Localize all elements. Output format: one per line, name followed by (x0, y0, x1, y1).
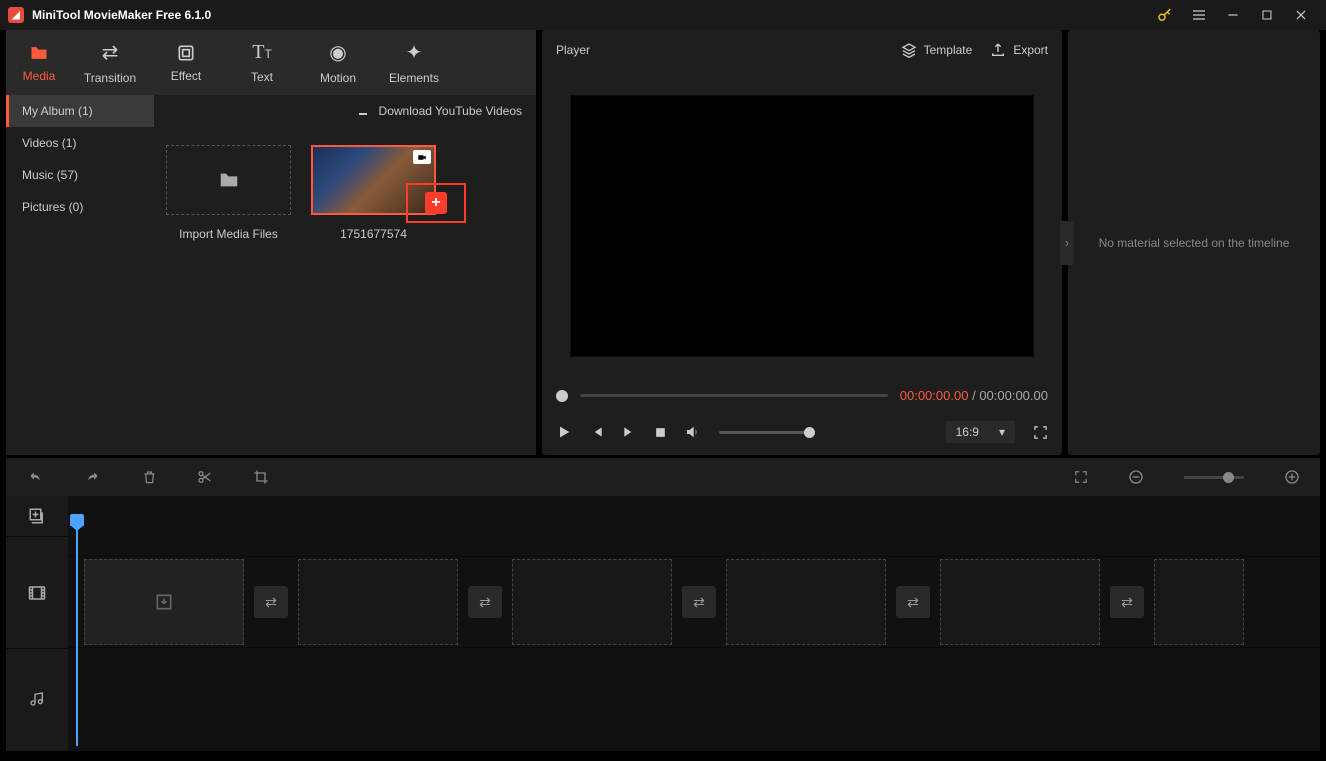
volume-button[interactable] (685, 424, 701, 440)
time-current: 00:00:00.00 (900, 388, 969, 403)
stop-button[interactable] (654, 426, 667, 439)
timeline-slot[interactable] (512, 559, 672, 645)
crop-button[interactable] (253, 469, 269, 485)
transition-icon: ⇄ (102, 40, 119, 65)
window-title: MiniTool MovieMaker Free 6.1.0 (32, 8, 211, 22)
video-icon (413, 150, 431, 164)
download-youtube-link[interactable]: Download YouTube Videos (154, 95, 536, 127)
timeline: ⇄ ⇄ ⇄ ⇄ ⇄ (6, 496, 1320, 751)
scrubber-track[interactable] (580, 394, 888, 397)
menu-button[interactable] (1182, 0, 1216, 30)
folder-icon (28, 43, 50, 63)
titlebar: ◢ MiniTool MovieMaker Free 6.1.0 (0, 0, 1326, 30)
album-list: My Album (1) Videos (1) Music (57) Pictu… (6, 95, 154, 455)
drop-icon (85, 560, 243, 644)
zoom-in-button[interactable] (1284, 469, 1300, 485)
add-to-timeline-button[interactable]: + (406, 183, 466, 223)
album-videos[interactable]: Videos (1) (6, 127, 154, 159)
tab-media[interactable]: Media (6, 30, 72, 95)
album-pictures[interactable]: Pictures (0) (6, 191, 154, 223)
transition-slot[interactable]: ⇄ (468, 586, 502, 618)
text-icon: TT (252, 41, 272, 64)
aspect-ratio-select[interactable]: 16:9 ▾ (946, 421, 1015, 443)
close-button[interactable] (1284, 0, 1318, 30)
video-track[interactable]: ⇄ ⇄ ⇄ ⇄ ⇄ (68, 556, 1320, 648)
tab-elements[interactable]: ✦ Elements (376, 30, 452, 95)
play-button[interactable] (556, 424, 572, 440)
tab-effect[interactable]: Effect (148, 30, 224, 95)
elements-icon: ✦ (406, 40, 423, 65)
maximize-button[interactable] (1250, 0, 1284, 30)
zoom-out-button[interactable] (1128, 469, 1144, 485)
player-title: Player (556, 43, 590, 57)
time-total: 00:00:00.00 (979, 388, 1048, 403)
redo-button[interactable] (84, 470, 102, 484)
transition-slot[interactable]: ⇄ (254, 586, 288, 618)
audio-track-icon (6, 648, 68, 748)
effect-icon (176, 43, 196, 63)
prev-frame-button[interactable] (590, 425, 604, 439)
transition-slot[interactable]: ⇄ (1110, 586, 1144, 618)
album-music[interactable]: Music (57) (6, 159, 154, 191)
player-panel: Player Template Export 00:00:00.00 / 00:… (542, 30, 1062, 455)
timeline-slot[interactable] (298, 559, 458, 645)
properties-panel: › No material selected on the timeline (1068, 30, 1320, 455)
transition-slot[interactable]: ⇄ (682, 586, 716, 618)
add-track-button[interactable] (6, 496, 68, 536)
tab-transition[interactable]: ⇄ Transition (72, 30, 148, 95)
app-logo: ◢ (8, 7, 24, 23)
timeline-slot[interactable] (726, 559, 886, 645)
import-media-tile[interactable]: Import Media Files (166, 145, 291, 241)
expand-panel-button[interactable]: › (1060, 221, 1074, 265)
next-frame-button[interactable] (622, 425, 636, 439)
main-tabbar: Media ⇄ Transition Effect TT Text ◉ Moti… (6, 30, 536, 95)
template-button[interactable]: Template (901, 42, 973, 58)
album-my-album[interactable]: My Album (1) (6, 95, 154, 127)
zoom-slider[interactable] (1184, 476, 1244, 479)
edit-toolbar (6, 458, 1320, 496)
timeline-slot[interactable] (84, 559, 244, 645)
chevron-down-icon: ▾ (999, 425, 1005, 439)
motion-icon: ◉ (329, 40, 346, 65)
tab-text[interactable]: TT Text (224, 30, 300, 95)
folder-icon (217, 169, 241, 191)
tab-motion[interactable]: ◉ Motion (300, 30, 376, 95)
export-icon (990, 42, 1006, 58)
media-clip[interactable]: + 1751677574 (311, 145, 436, 241)
video-track-icon (6, 536, 68, 648)
no-selection-message: No material selected on the timeline (1099, 236, 1290, 250)
timeline-slot[interactable] (1154, 559, 1244, 645)
layers-icon (901, 42, 917, 58)
fullscreen-button[interactable] (1033, 425, 1048, 440)
playhead[interactable] (76, 516, 78, 746)
video-preview[interactable] (570, 95, 1034, 357)
undo-button[interactable] (26, 470, 44, 484)
license-key-button[interactable] (1148, 0, 1182, 30)
timeline-slot[interactable] (940, 559, 1100, 645)
scrubber-handle[interactable] (556, 390, 568, 402)
media-panel: Media ⇄ Transition Effect TT Text ◉ Moti… (6, 30, 536, 455)
volume-slider[interactable] (719, 431, 815, 434)
export-button[interactable]: Export (990, 42, 1048, 58)
minimize-button[interactable] (1216, 0, 1250, 30)
download-icon (355, 105, 371, 117)
split-button[interactable] (197, 469, 213, 485)
plus-icon: + (425, 192, 447, 214)
fit-button[interactable] (1074, 469, 1088, 485)
delete-button[interactable] (142, 469, 157, 485)
transition-slot[interactable]: ⇄ (896, 586, 930, 618)
